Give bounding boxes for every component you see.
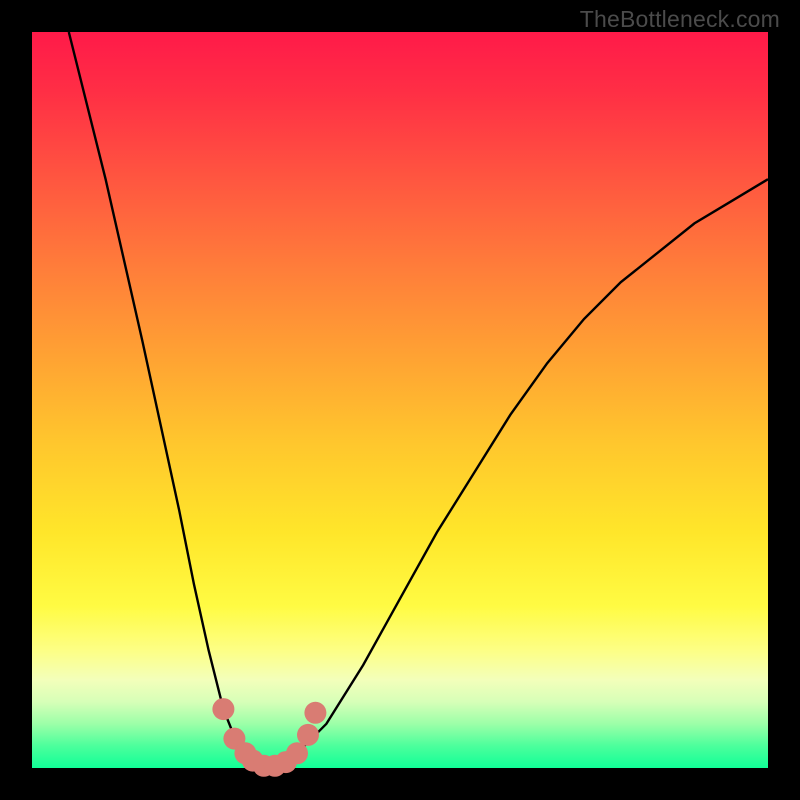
bottleneck-curve-path — [69, 32, 768, 768]
highlight-dot — [304, 702, 326, 724]
highlight-dot — [297, 724, 319, 746]
plot-area — [32, 32, 768, 768]
curve-layer — [32, 32, 768, 768]
chart-frame: TheBottleneck.com — [0, 0, 800, 800]
highlight-dot — [286, 742, 308, 764]
watermark-text: TheBottleneck.com — [580, 6, 780, 33]
marker-group — [212, 698, 326, 777]
highlight-dot — [212, 698, 234, 720]
